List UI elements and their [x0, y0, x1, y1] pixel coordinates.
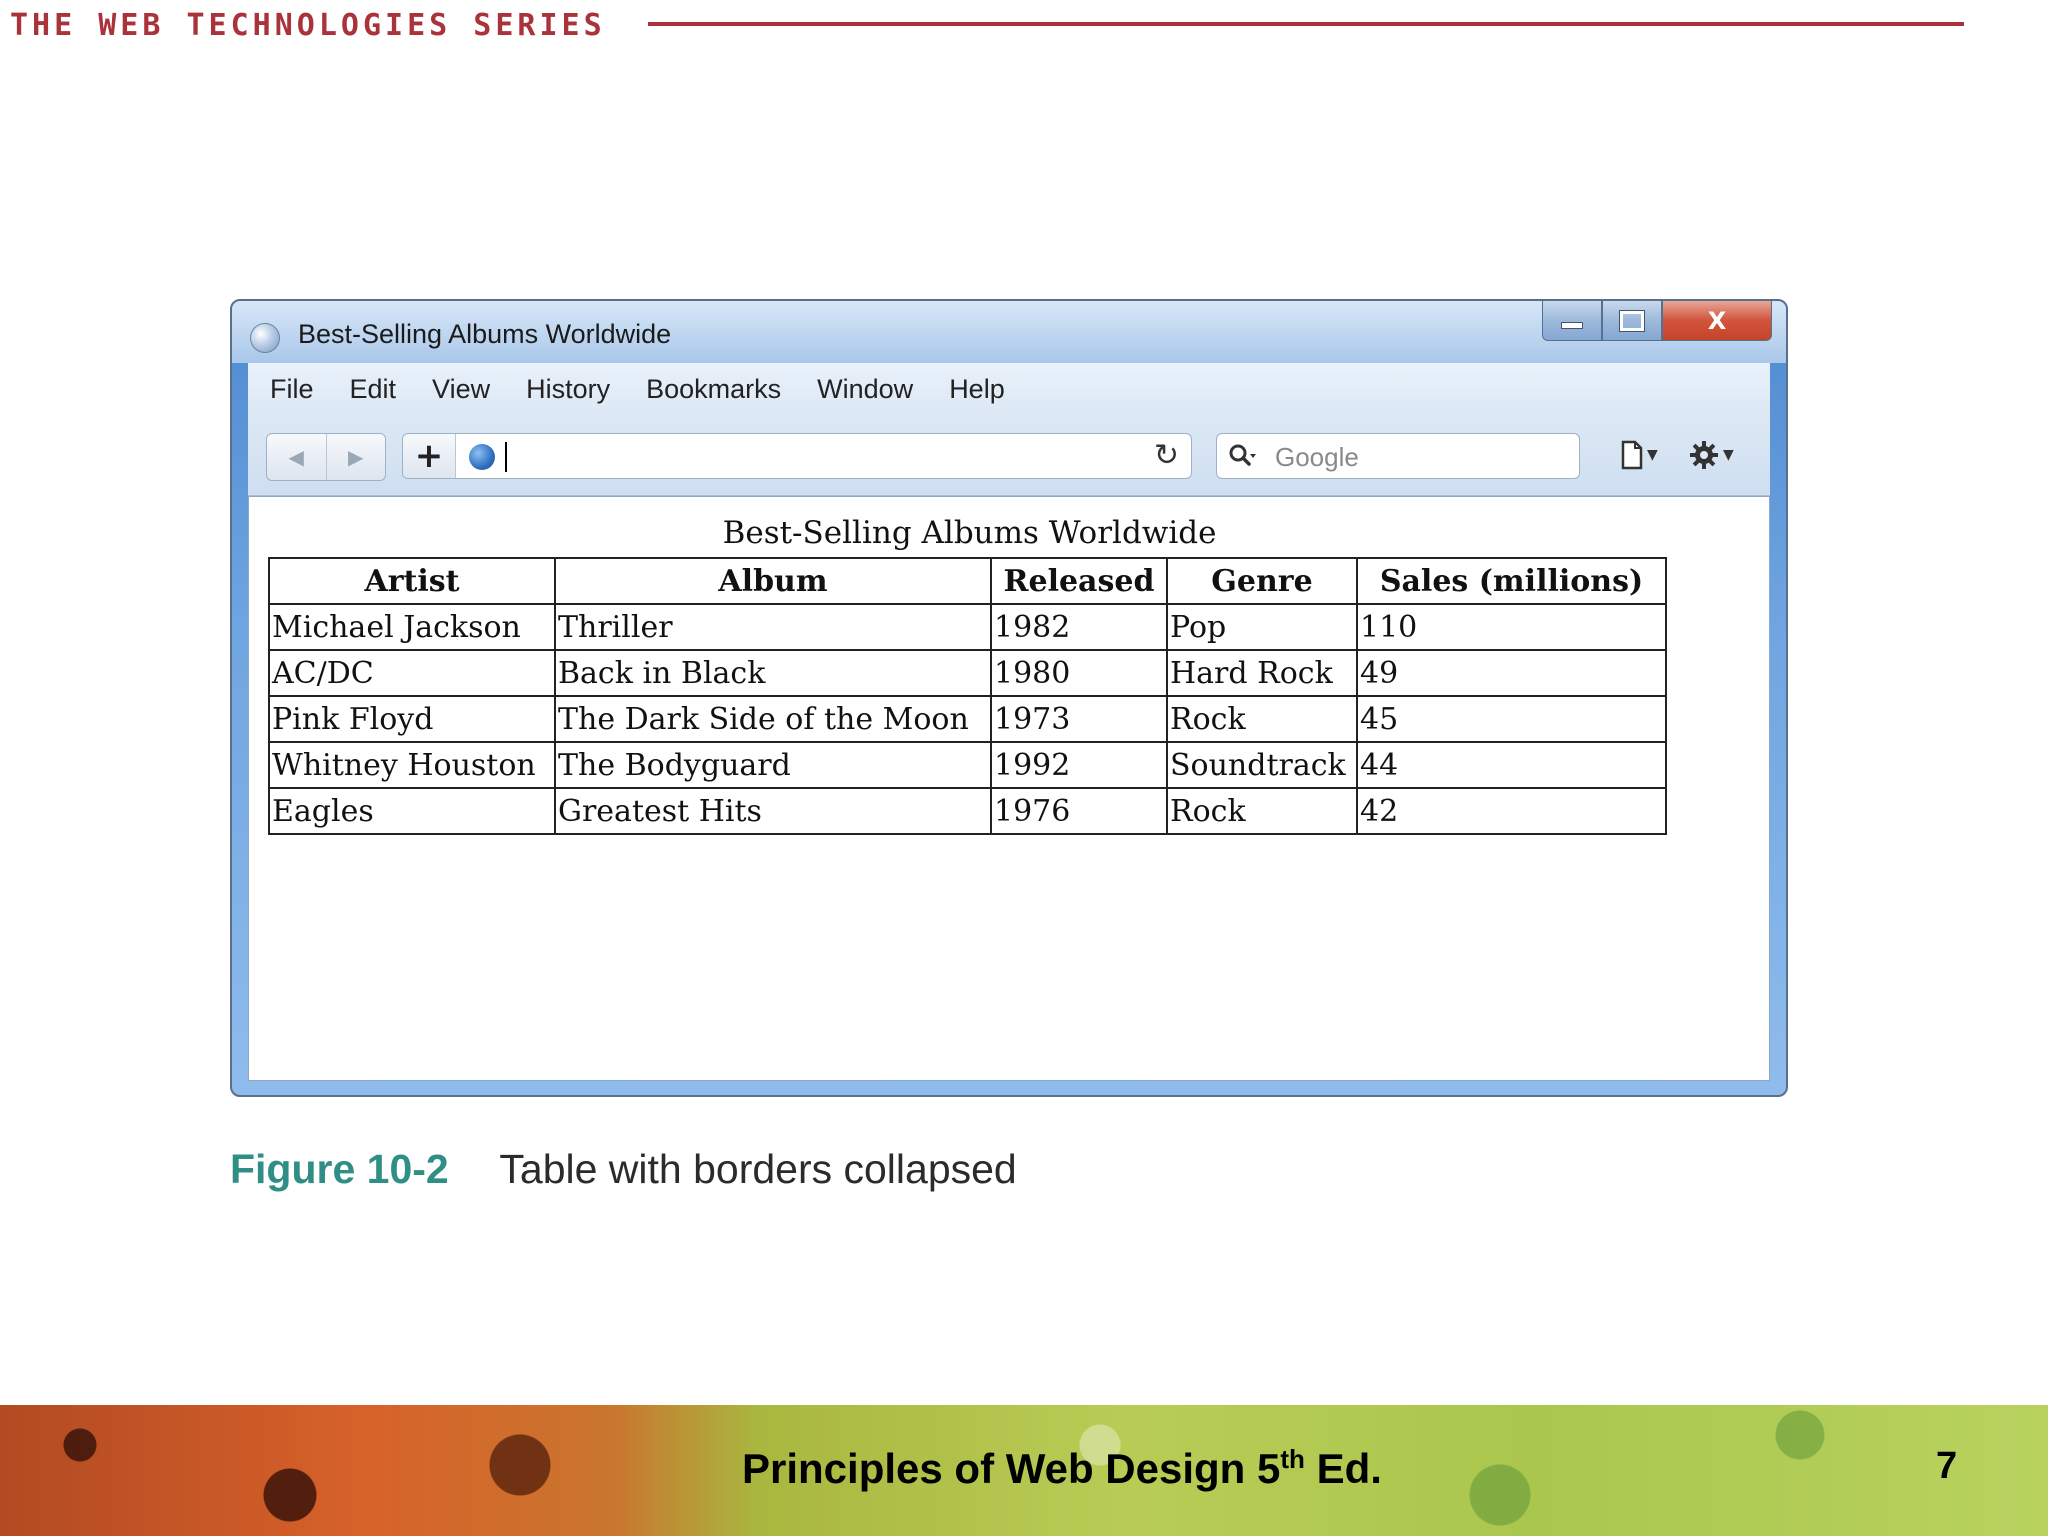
gear-icon [1690, 441, 1718, 469]
tools-menu-button[interactable]: ▼ [1688, 437, 1734, 473]
globe-icon [469, 444, 495, 470]
table-cell: 1976 [990, 787, 1168, 835]
table-cell: Hard Rock [1166, 649, 1358, 697]
close-button[interactable]: X [1662, 301, 1772, 341]
header-rule [648, 22, 1964, 26]
navigation-toolbar: ◀ ▶ + ↻ ▼ [248, 415, 1770, 496]
table-cell: 49 [1356, 649, 1667, 697]
column-header: Sales (millions) [1356, 557, 1667, 605]
title-bar[interactable]: Best-Selling Albums Worldwide X [232, 301, 1786, 363]
figure-description: Table with borders collapsed [499, 1146, 1017, 1192]
search-input[interactable] [1273, 440, 1567, 474]
back-button[interactable]: ◀ [267, 434, 326, 480]
table-cell: 110 [1356, 603, 1667, 651]
footer-title-superscript: th [1280, 1444, 1305, 1474]
address-bar[interactable]: + ↻ [402, 433, 1192, 479]
window-title: Best-Selling Albums Worldwide [298, 319, 672, 349]
menu-view[interactable]: View [432, 374, 490, 405]
table-cell: Greatest Hits [554, 787, 992, 835]
new-tab-button[interactable]: + [403, 434, 456, 478]
forward-button[interactable]: ▶ [325, 434, 386, 480]
table-cell: Soundtrack [1166, 741, 1358, 789]
page-icon [1621, 440, 1643, 470]
menu-edit[interactable]: Edit [350, 374, 397, 405]
column-header: Released [990, 557, 1168, 605]
menu-bookmarks[interactable]: Bookmarks [646, 374, 781, 405]
text-caret [505, 442, 507, 472]
browser-app-icon [250, 323, 280, 353]
table-cell: 1973 [990, 695, 1168, 743]
forward-arrow-icon: ▶ [348, 445, 364, 469]
figure-caption: Figure 10-2 Table with borders collapsed [230, 1146, 1017, 1193]
table-row: Pink Floyd The Dark Side of the Moon 197… [268, 695, 1667, 743]
menu-help[interactable]: Help [949, 374, 1005, 405]
table-row: Michael Jackson Thriller 1982 Pop 110 [268, 603, 1667, 651]
plus-icon: + [414, 436, 444, 476]
table-cell: 44 [1356, 741, 1667, 789]
chevron-down-icon: ▼ [1647, 447, 1658, 463]
table-cell: Thriller [554, 603, 992, 651]
page-menu-button[interactable]: ▼ [1620, 437, 1658, 473]
column-header: Genre [1166, 557, 1358, 605]
chevron-down-icon: ▼ [1723, 447, 1734, 463]
search-icon[interactable] [1227, 442, 1257, 472]
table-row: Eagles Greatest Hits 1976 Rock 42 [268, 787, 1667, 835]
menu-bar: File Edit View History Bookmarks Window … [248, 363, 1770, 415]
close-icon: X [1707, 306, 1727, 335]
column-header: Artist [268, 557, 556, 605]
table-cell: Back in Black [554, 649, 992, 697]
search-box[interactable] [1216, 433, 1580, 479]
table-cell: 1980 [990, 649, 1168, 697]
table-cell: The Bodyguard [554, 741, 992, 789]
figure-number: Figure 10-2 [230, 1146, 449, 1192]
table-cell: 1992 [990, 741, 1168, 789]
table-cell: AC/DC [268, 649, 556, 697]
column-header: Album [554, 557, 992, 605]
table-row: Whitney Houston The Bodyguard 1992 Sound… [268, 741, 1667, 789]
page-content: Best-Selling Albums Worldwide Artist Alb… [248, 496, 1770, 1081]
table-cell: Rock [1166, 787, 1358, 835]
table-cell: Whitney Houston [268, 741, 556, 789]
table-cell: Pop [1166, 603, 1358, 651]
table-cell: Michael Jackson [268, 603, 556, 651]
minimize-icon [1561, 322, 1583, 329]
footer-title-main: Principles of Web Design 5 [742, 1445, 1281, 1492]
maximize-button[interactable] [1602, 301, 1662, 341]
albums-table: Artist Album Released Genre Sales (milli… [268, 557, 1667, 835]
minimize-button[interactable] [1542, 301, 1602, 341]
table-cell: 45 [1356, 695, 1667, 743]
table-cell: 1982 [990, 603, 1168, 651]
menu-history[interactable]: History [526, 374, 610, 405]
table-caption: Best-Selling Albums Worldwide [722, 515, 1217, 551]
table-row: AC/DC Back in Black 1980 Hard Rock 49 [268, 649, 1667, 697]
footer-banner: Principles of Web Design 5th Ed. 7 [0, 1405, 2048, 1536]
back-arrow-icon: ◀ [288, 445, 304, 469]
series-label: THE WEB TECHNOLOGIES SERIES [10, 8, 606, 43]
back-forward-group: ◀ ▶ [266, 433, 386, 481]
browser-window: Best-Selling Albums Worldwide X File Edi… [230, 299, 1788, 1097]
reload-icon[interactable]: ↻ [1154, 438, 1179, 473]
table-cell: Eagles [268, 787, 556, 835]
table-cell: Pink Floyd [268, 695, 556, 743]
footer-title: Principles of Web Design 5th Ed. [742, 1445, 1382, 1493]
table-header-row: Artist Album Released Genre Sales (milli… [268, 557, 1667, 605]
footer-title-tail: Ed. [1304, 1445, 1382, 1492]
window-controls: X [1542, 301, 1772, 343]
table-cell: Rock [1166, 695, 1358, 743]
table-cell: The Dark Side of the Moon [554, 695, 992, 743]
table-cell: 42 [1356, 787, 1667, 835]
maximize-icon [1619, 309, 1645, 332]
menu-window[interactable]: Window [817, 374, 913, 405]
menu-file[interactable]: File [270, 374, 314, 405]
page-number: 7 [1936, 1445, 1958, 1487]
